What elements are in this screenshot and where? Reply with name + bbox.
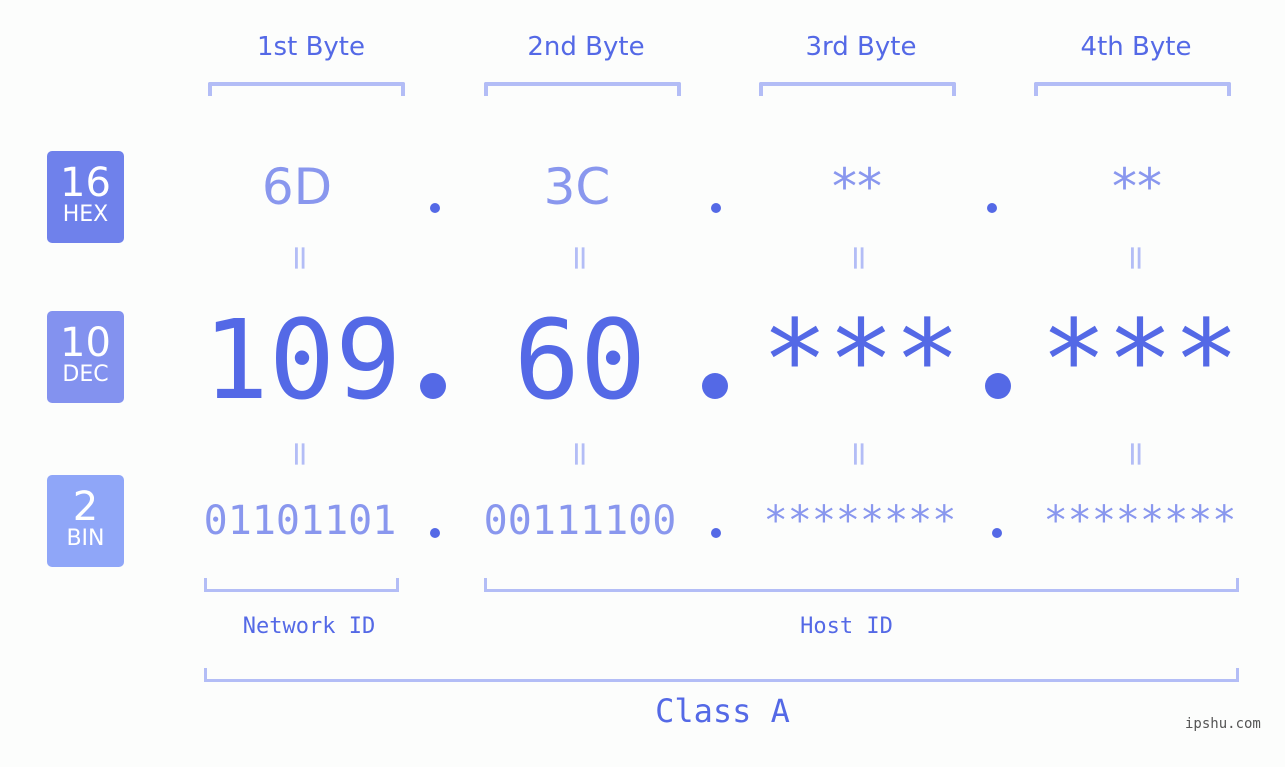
equals-sign: = — [1116, 439, 1156, 469]
dec-badge: 10 DEC — [47, 311, 124, 403]
dec-byte-4: *** — [1040, 296, 1240, 424]
dec-byte-3: *** — [761, 296, 961, 424]
hex-byte-1: 6D — [261, 158, 333, 216]
hex-byte-4: ** — [1112, 158, 1162, 216]
hex-badge-label: HEX — [62, 202, 109, 227]
host-id-label: Host ID — [800, 614, 893, 639]
bin-byte-4: ******** — [1043, 498, 1237, 544]
bin-byte-2: 00111100 — [483, 498, 677, 544]
hex-separator-dot — [711, 203, 721, 213]
network-id-bracket — [204, 578, 399, 592]
bin-separator-dot — [992, 528, 1002, 538]
dec-badge-label: DEC — [62, 362, 109, 387]
class-label: Class A — [655, 692, 790, 730]
byte-header-4: 4th Byte — [1080, 32, 1192, 62]
bin-badge-number: 2 — [72, 484, 99, 530]
byte-bracket-3 — [759, 82, 956, 96]
dec-separator-dot — [420, 373, 446, 399]
equals-sign: = — [839, 439, 879, 469]
equals-sign: = — [280, 243, 320, 273]
byte-header-1: 1st Byte — [257, 32, 365, 62]
byte-bracket-2 — [484, 82, 681, 96]
bin-badge: 2 BIN — [47, 475, 124, 567]
bin-separator-dot — [711, 528, 721, 538]
equals-sign: = — [560, 243, 600, 273]
dec-byte-2: 60 — [513, 296, 647, 424]
byte-bracket-1 — [208, 82, 405, 96]
dec-byte-1: 109 — [202, 296, 402, 424]
bin-byte-3: ******** — [763, 498, 957, 544]
host-id-bracket — [484, 578, 1239, 592]
bin-separator-dot — [430, 528, 440, 538]
class-bracket — [204, 668, 1239, 682]
equals-sign: = — [839, 243, 879, 273]
byte-header-2: 2nd Byte — [527, 32, 645, 62]
bin-byte-1: 01101101 — [203, 498, 397, 544]
hex-separator-dot — [430, 203, 440, 213]
byte-bracket-4 — [1034, 82, 1231, 96]
hex-badge: 16 HEX — [47, 151, 124, 243]
hex-badge-number: 16 — [60, 160, 111, 206]
byte-header-3: 3rd Byte — [805, 32, 917, 62]
network-id-label: Network ID — [242, 614, 376, 639]
hex-byte-3: ** — [832, 158, 882, 216]
dec-separator-dot — [702, 373, 728, 399]
dec-badge-number: 10 — [60, 320, 111, 366]
dec-separator-dot — [985, 373, 1011, 399]
equals-sign: = — [280, 439, 320, 469]
equals-sign: = — [560, 439, 600, 469]
bin-badge-label: BIN — [66, 526, 105, 551]
watermark: ipshu.com — [1185, 716, 1261, 732]
equals-sign: = — [1116, 243, 1156, 273]
hex-separator-dot — [987, 203, 997, 213]
hex-byte-2: 3C — [543, 158, 611, 216]
